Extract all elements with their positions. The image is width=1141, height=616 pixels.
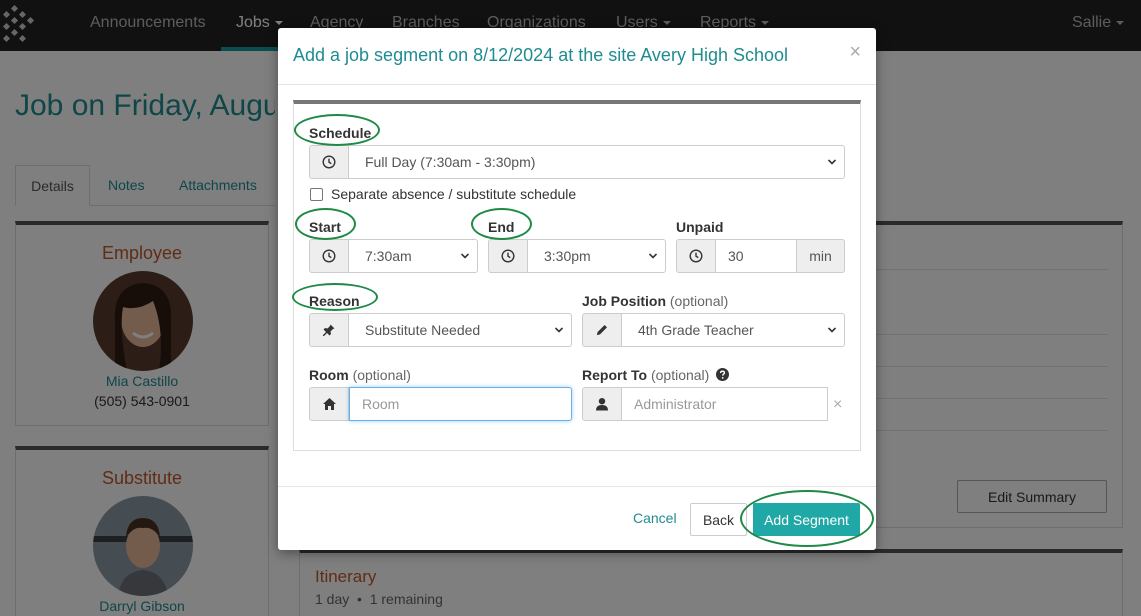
back-button[interactable]: Back xyxy=(690,503,747,536)
optional-text: (optional) xyxy=(669,293,729,309)
chevron-down-icon xyxy=(828,327,836,333)
modal-header: Add a job segment on 8/12/2024 at the si… xyxy=(278,28,876,85)
job-position-label-text: Job Position xyxy=(582,293,666,309)
reason-select-value: Substitute Needed xyxy=(365,322,481,338)
question-circle-icon[interactable] xyxy=(716,368,730,381)
highlight-circle-end xyxy=(471,208,532,240)
room-label: Room (optional) xyxy=(309,367,411,383)
job-position-select[interactable]: 4th Grade Teacher xyxy=(622,313,845,347)
clock-icon xyxy=(309,145,349,179)
start-select-group: 7:30am xyxy=(309,239,478,273)
unpaid-label: Unpaid xyxy=(676,219,724,235)
clock-icon xyxy=(676,239,716,273)
separate-schedule-row: Separate absence / substitute schedule xyxy=(310,186,576,202)
end-select-group: 3:30pm xyxy=(488,239,666,273)
clock-icon xyxy=(488,239,528,273)
job-position-value: 4th Grade Teacher xyxy=(638,322,754,338)
start-time-value: 7:30am xyxy=(365,248,412,264)
pencil-icon xyxy=(582,313,622,347)
home-icon xyxy=(309,387,349,421)
room-input-group: Room xyxy=(309,387,572,421)
close-icon[interactable]: × xyxy=(849,42,861,62)
reason-select-group: Substitute Needed xyxy=(309,313,572,347)
segment-form-panel: Schedule Full Day (7:30am - 3:30pm) Sepa… xyxy=(292,100,861,451)
add-job-segment-modal: Add a job segment on 8/12/2024 at the si… xyxy=(278,28,876,550)
highlight-circle-reason xyxy=(292,283,378,311)
unpaid-input-group: 30 min xyxy=(676,239,845,273)
separate-schedule-label: Separate absence / substitute schedule xyxy=(331,186,577,202)
job-position-select-group: 4th Grade Teacher xyxy=(582,313,845,347)
chevron-down-icon xyxy=(461,253,469,259)
job-position-label: Job Position (optional) xyxy=(582,293,728,309)
clear-report-to-icon[interactable]: × xyxy=(833,396,842,414)
schedule-select-group: Full Day (7:30am - 3:30pm) xyxy=(309,145,845,179)
report-to-label-text: Report To xyxy=(582,367,648,383)
report-to-input[interactable]: Administrator xyxy=(622,387,828,421)
end-time-value: 3:30pm xyxy=(544,248,591,264)
report-to-input-group: Administrator xyxy=(582,387,828,421)
chevron-down-icon xyxy=(649,253,657,259)
chevron-down-icon xyxy=(555,327,563,333)
clock-icon xyxy=(309,239,349,273)
schedule-select[interactable]: Full Day (7:30am - 3:30pm) xyxy=(349,145,845,179)
user-icon xyxy=(582,387,622,421)
highlight-circle-start xyxy=(295,208,356,240)
separate-schedule-checkbox[interactable] xyxy=(310,187,323,201)
pushpin-icon xyxy=(309,313,349,347)
unpaid-unit: min xyxy=(797,239,845,273)
start-time-select[interactable]: 7:30am xyxy=(349,239,478,273)
report-to-placeholder: Administrator xyxy=(634,396,717,412)
reason-select[interactable]: Substitute Needed xyxy=(349,313,572,347)
highlight-circle-add-segment xyxy=(740,490,874,547)
chevron-down-icon xyxy=(828,159,836,165)
optional-text: (optional) xyxy=(352,367,411,383)
schedule-select-value: Full Day (7:30am - 3:30pm) xyxy=(365,154,536,170)
cancel-button[interactable]: Cancel xyxy=(633,510,677,526)
room-input[interactable]: Room xyxy=(349,387,572,421)
highlight-circle-schedule xyxy=(294,114,380,146)
unpaid-minutes-input[interactable]: 30 xyxy=(716,239,797,273)
end-time-select[interactable]: 3:30pm xyxy=(528,239,666,273)
modal-title: Add a job segment on 8/12/2024 at the si… xyxy=(293,45,788,65)
modal-footer: Cancel Back Add Segment xyxy=(278,486,876,550)
room-placeholder: Room xyxy=(362,396,400,412)
room-label-text: Room xyxy=(309,367,349,383)
optional-text: (optional) xyxy=(650,367,710,383)
report-to-label: Report To (optional) xyxy=(582,367,730,383)
